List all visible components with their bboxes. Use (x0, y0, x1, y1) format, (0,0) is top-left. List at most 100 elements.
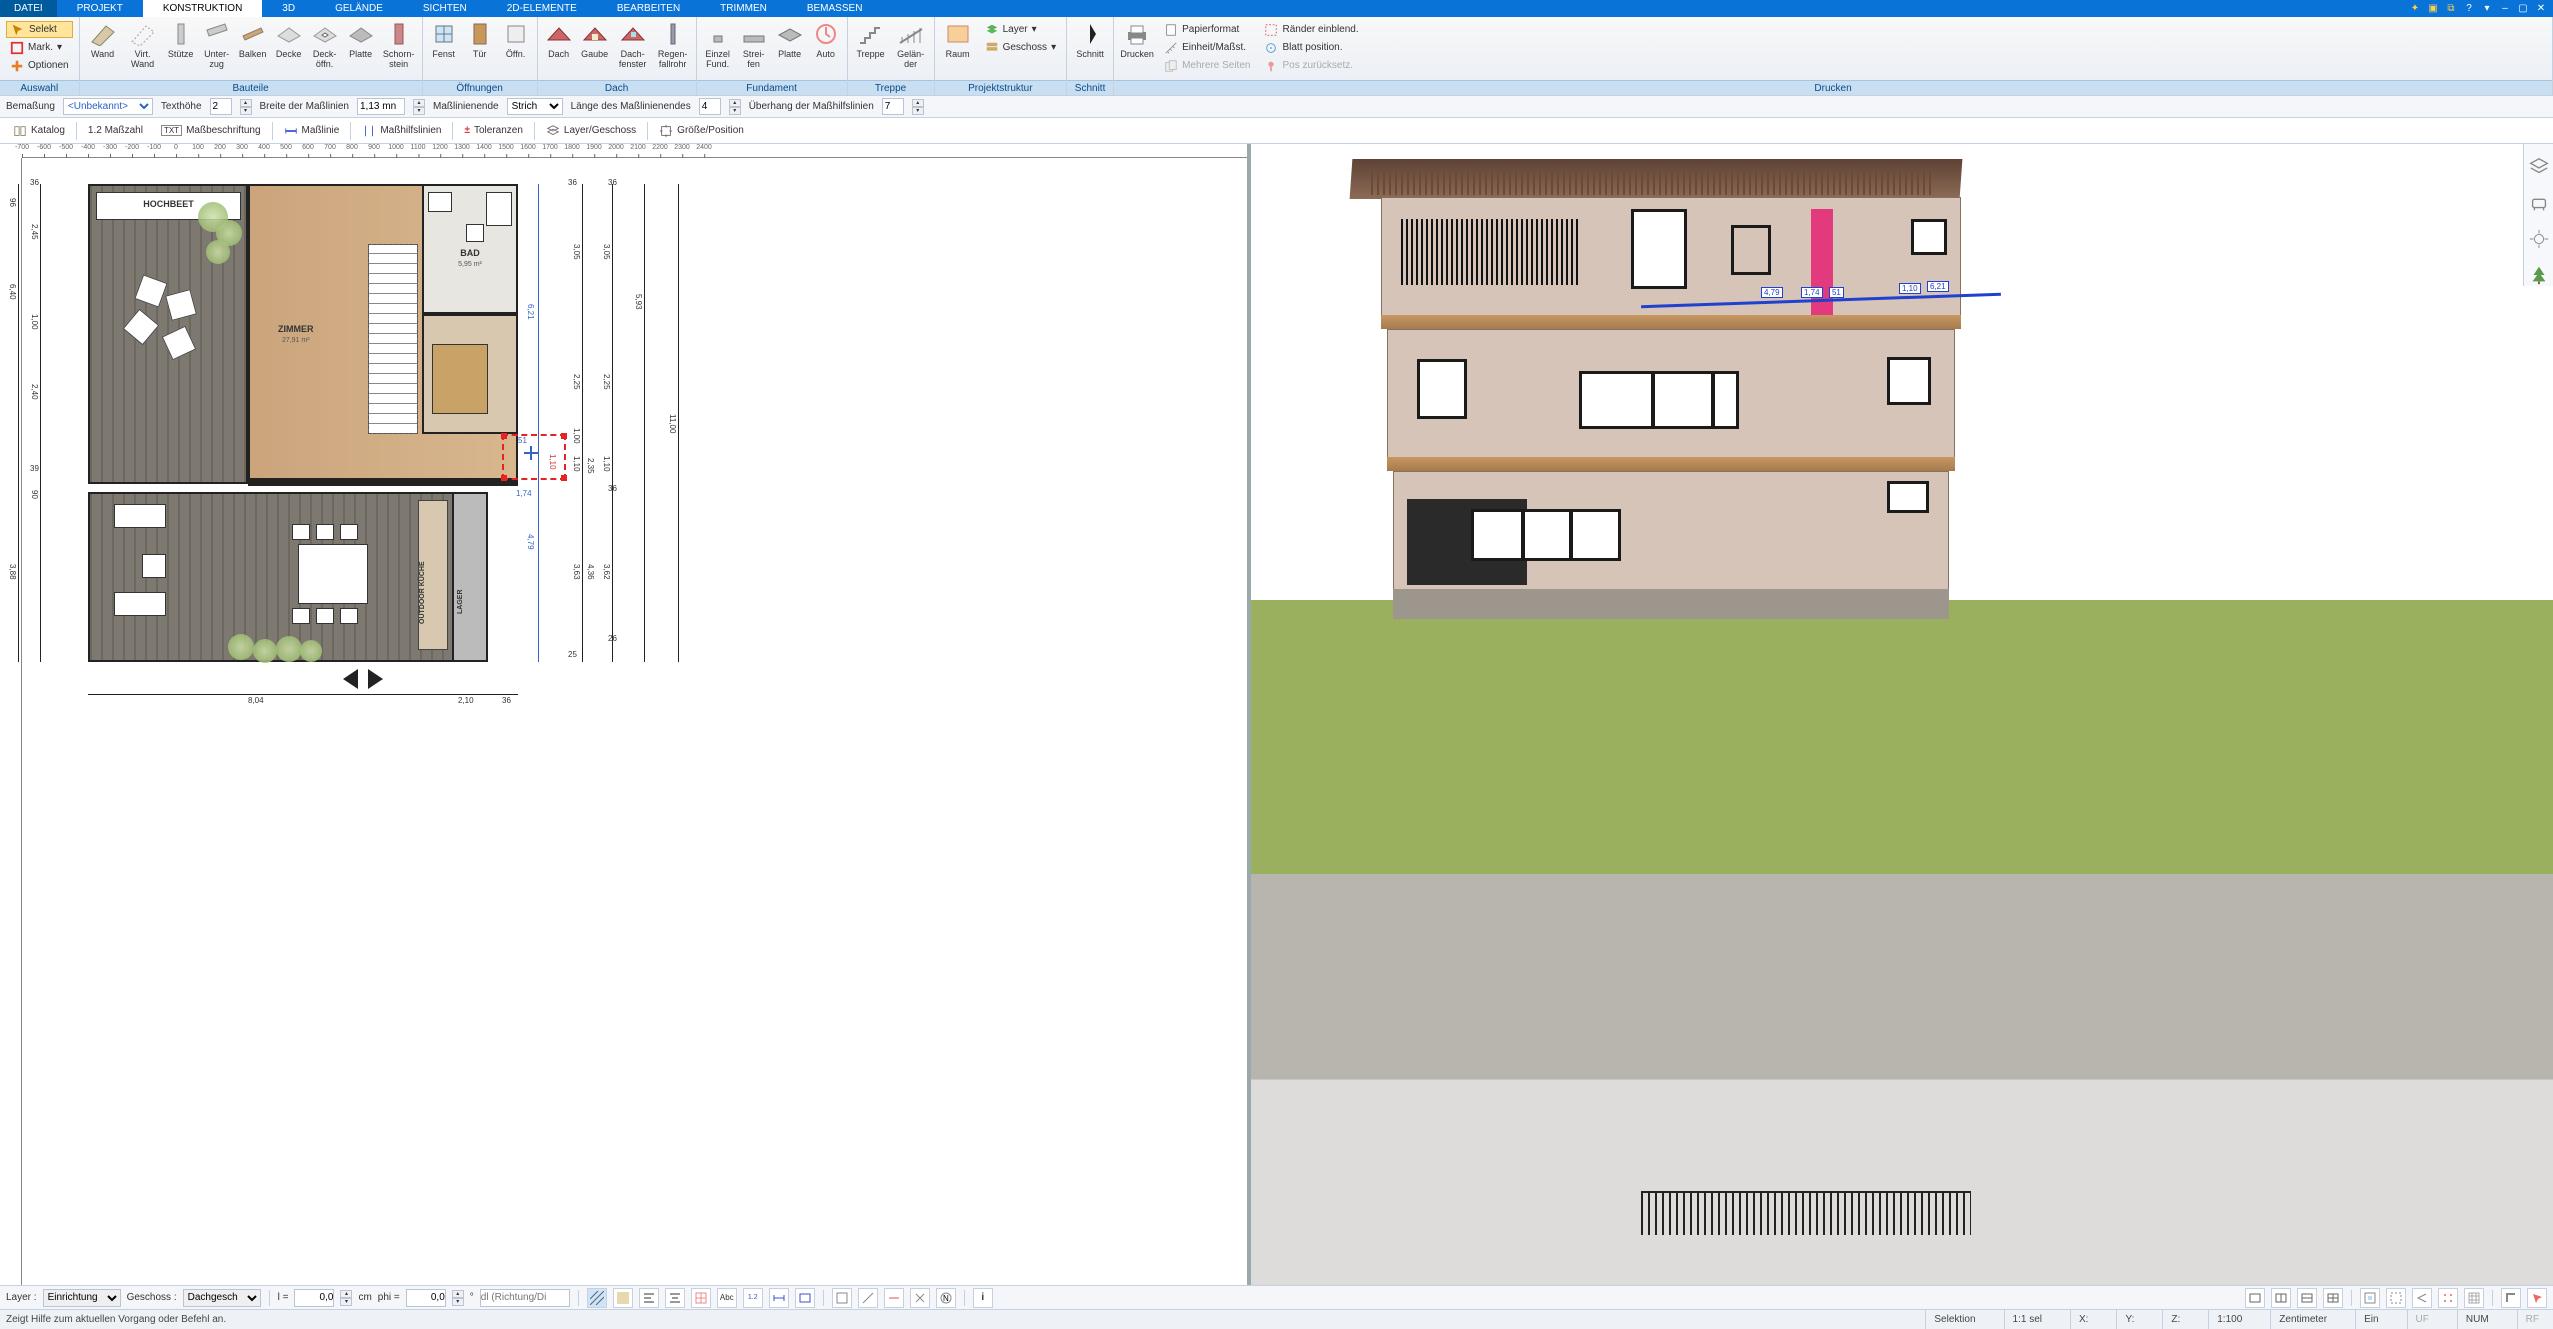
virtwand-button[interactable]: Virt. Wand (124, 19, 162, 71)
view-splitv-toggle[interactable] (2271, 1288, 2291, 1308)
info-toggle[interactable]: i (973, 1288, 993, 1308)
align-center-toggle[interactable] (665, 1288, 685, 1308)
spin-down-icon[interactable]: ▾ (413, 107, 425, 115)
gelaender-button[interactable]: Gelän- der (892, 19, 930, 71)
tool-icon[interactable]: ▣ (2427, 3, 2439, 15)
view-single-toggle[interactable] (2245, 1288, 2265, 1308)
menu-tab-konstruktion[interactable]: KONSTRUKTION (143, 0, 262, 17)
oeffn-button[interactable]: Öffn. (499, 19, 533, 61)
furniture-icon[interactable] (2528, 192, 2550, 214)
schnitt-button[interactable]: Schnitt (1071, 19, 1109, 61)
laenge-input[interactable] (699, 98, 721, 115)
menu-tab-gelaende[interactable]: GELÄNDE (315, 0, 403, 17)
zoom-grid-toggle[interactable] (2464, 1288, 2484, 1308)
tool-icon[interactable]: ✦ (2409, 3, 2421, 15)
layergeschoss-button[interactable]: Layer/Geschoss (537, 120, 645, 142)
mark-button[interactable]: Mark. ▾ (6, 39, 73, 56)
einzelfund-button[interactable]: Einzel Fund. (701, 19, 735, 71)
fundplatte-button[interactable]: Platte (773, 19, 807, 61)
streifen-button[interactable]: Strei- fen (737, 19, 771, 71)
blattposition-button[interactable]: Blatt position. (1260, 39, 1362, 56)
masszahl-button[interactable]: 1.2 Maßzahl (79, 120, 152, 142)
ortho-toggle[interactable] (2501, 1288, 2521, 1308)
zoom-dots-toggle[interactable] (2438, 1288, 2458, 1308)
layer-select[interactable]: Einrichtung (43, 1289, 121, 1307)
text-toggle[interactable]: Abc (717, 1288, 737, 1308)
snap3-toggle[interactable] (884, 1288, 904, 1308)
geschoss-dropdown[interactable]: Geschoss ▾ (981, 39, 1061, 56)
arrow-toggle[interactable] (769, 1288, 789, 1308)
menu-tab-2d-elemente[interactable]: 2D-ELEMENTE (487, 0, 597, 17)
selekt-button[interactable]: Selekt (6, 21, 73, 38)
masslinie-button[interactable]: Maßlinie (275, 120, 349, 142)
fallrohr-button[interactable]: Regen- fallrohr (654, 19, 692, 71)
tree-icon[interactable] (2528, 264, 2550, 286)
snap1-toggle[interactable] (832, 1288, 852, 1308)
menu-tab-sichten[interactable]: SICHTEN (403, 0, 487, 17)
hatch1-toggle[interactable] (587, 1288, 607, 1308)
massbeschriftung-button[interactable]: TXTMaßbeschriftung (152, 120, 270, 142)
fenst-button[interactable]: Fenst (427, 19, 461, 61)
platte-button[interactable]: Platte (344, 19, 378, 61)
dl-input[interactable] (480, 1289, 570, 1307)
spin-up-icon[interactable]: ▴ (240, 99, 252, 107)
masshilfslinien-button[interactable]: Maßhilfslinien (353, 120, 450, 142)
dropdown-icon[interactable]: ▾ (2481, 3, 2493, 15)
spin-up-icon[interactable]: ▴ (340, 1290, 352, 1298)
raender-button[interactable]: Ränder einblend. (1260, 21, 1362, 38)
phi-input[interactable] (406, 1289, 446, 1307)
l-input[interactable] (294, 1289, 334, 1307)
zoom-window-toggle[interactable] (2386, 1288, 2406, 1308)
decke-button[interactable]: Decke (272, 19, 306, 61)
hatch2-toggle[interactable] (613, 1288, 633, 1308)
papierformat-button[interactable]: Papierformat (1160, 21, 1254, 38)
view-2d[interactable]: -700-600-500-400-300-200-100010020030040… (0, 144, 1251, 1285)
menu-tab-bemassen[interactable]: BEMASSEN (787, 0, 883, 17)
layers-icon[interactable] (2528, 156, 2550, 178)
geschoss-select[interactable]: Dachgesch (183, 1289, 261, 1307)
navigate-icon[interactable] (2528, 228, 2550, 250)
gaube-button[interactable]: Gaube (578, 19, 612, 61)
spin-down-icon[interactable]: ▾ (729, 107, 741, 115)
stuetze-button[interactable]: Stütze (164, 19, 198, 61)
spin-up-icon[interactable]: ▴ (729, 99, 741, 107)
katalog-button[interactable]: Katalog (4, 120, 74, 142)
help-icon[interactable]: ? (2463, 3, 2475, 15)
spin-up-icon[interactable]: ▴ (413, 99, 425, 107)
snap4-toggle[interactable] (910, 1288, 930, 1308)
align-left-toggle[interactable] (639, 1288, 659, 1308)
zoom-prev-toggle[interactable] (2412, 1288, 2432, 1308)
breite-input[interactable] (357, 98, 405, 115)
dachfenster-button[interactable]: Dach- fenster (614, 19, 652, 71)
view-quad-toggle[interactable] (2323, 1288, 2343, 1308)
spin-down-icon[interactable]: ▾ (452, 1298, 464, 1306)
unterzug-button[interactable]: Unter- zug (200, 19, 234, 71)
deckoeffn-button[interactable]: Deck- öffn. (308, 19, 342, 71)
close-icon[interactable]: ✕ (2535, 3, 2547, 15)
zoom-extents-toggle[interactable] (2360, 1288, 2380, 1308)
drucken-button[interactable]: Drucken (1118, 19, 1156, 61)
wand-button[interactable]: Wand (84, 19, 122, 61)
style-select[interactable]: <Unbekannt> (63, 98, 153, 115)
spin-down-icon[interactable]: ▾ (912, 107, 924, 115)
spin-down-icon[interactable]: ▾ (340, 1298, 352, 1306)
treppe-button[interactable]: Treppe (852, 19, 890, 61)
ende-select[interactable]: Strich (507, 98, 563, 115)
dim-toggle[interactable]: 1.2 (743, 1288, 763, 1308)
snap5-toggle[interactable]: N (936, 1288, 956, 1308)
grid-toggle[interactable] (691, 1288, 711, 1308)
ueberhang-input[interactable] (882, 98, 904, 115)
autofund-button[interactable]: Auto (809, 19, 843, 61)
schornstein-button[interactable]: Schorn- stein (380, 19, 418, 71)
view-splith-toggle[interactable] (2297, 1288, 2317, 1308)
menu-tab-datei[interactable]: DATEI (0, 0, 57, 17)
menu-tab-bearbeiten[interactable]: BEARBEITEN (597, 0, 700, 17)
minimize-icon[interactable]: – (2499, 3, 2511, 15)
spin-up-icon[interactable]: ▴ (452, 1290, 464, 1298)
spin-up-icon[interactable]: ▴ (912, 99, 924, 107)
cursor-toggle[interactable] (2527, 1288, 2547, 1308)
optionen-button[interactable]: Optionen (6, 57, 73, 74)
maximize-icon[interactable]: ▢ (2517, 3, 2529, 15)
raum-button[interactable]: Raum (939, 19, 977, 61)
dach-button[interactable]: Dach (542, 19, 576, 61)
